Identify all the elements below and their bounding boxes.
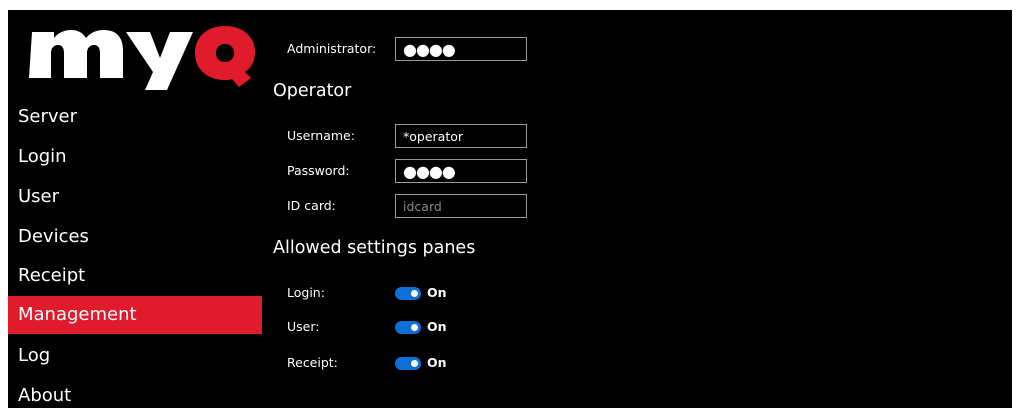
password-field[interactable]	[395, 159, 527, 183]
sidebar-item-label: Management	[18, 304, 137, 325]
sidebar-item-label: About	[18, 385, 72, 406]
toggle-state-receipt: On	[427, 355, 447, 370]
sidebar-item-management[interactable]: Management	[8, 296, 262, 334]
administrator-label: Administrator:	[287, 41, 377, 56]
administrator-password-field[interactable]	[395, 37, 527, 61]
sidebar-item-devices[interactable]: Devices	[8, 218, 262, 256]
sidebar-item-receipt[interactable]: Receipt	[8, 257, 262, 295]
sidebar-item-about[interactable]: About	[8, 377, 262, 408]
allowed-panes-section-title: Allowed settings panes	[273, 238, 476, 258]
toggle-knob	[411, 324, 418, 331]
user-pane-toggle[interactable]	[395, 321, 421, 334]
login-pane-toggle[interactable]	[395, 287, 421, 300]
toggle-label-login: Login:	[287, 285, 325, 300]
sidebar-item-label: Login	[18, 146, 67, 167]
id-card-field[interactable]	[395, 194, 527, 218]
toggle-state-login: On	[427, 285, 447, 300]
toggle-knob	[411, 360, 418, 367]
sidebar: Server Login User Devices Receipt Manage…	[8, 10, 262, 408]
id-card-label: ID card:	[287, 198, 336, 213]
username-field[interactable]	[395, 124, 527, 148]
toggle-label-user: User:	[287, 319, 320, 334]
sidebar-item-label: Server	[18, 106, 78, 127]
operator-section-title: Operator	[273, 81, 352, 101]
myq-logo-graphic	[29, 26, 255, 90]
sidebar-item-server[interactable]: Server	[8, 98, 262, 136]
sidebar-item-user[interactable]: User	[8, 178, 262, 216]
sidebar-item-label: Devices	[18, 226, 89, 247]
toggle-label-receipt: Receipt:	[287, 355, 338, 370]
password-label: Password:	[287, 163, 350, 178]
app-window: Server Login User Devices Receipt Manage…	[8, 10, 1012, 408]
username-label: Username:	[287, 128, 355, 143]
myq-logo	[18, 16, 258, 96]
toggle-knob	[411, 290, 418, 297]
receipt-pane-toggle[interactable]	[395, 357, 421, 370]
sidebar-item-label: Receipt	[18, 265, 86, 286]
sidebar-item-log[interactable]: Log	[8, 337, 262, 375]
sidebar-item-login[interactable]: Login	[8, 138, 262, 176]
sidebar-item-label: User	[18, 186, 60, 207]
sidebar-item-label: Log	[18, 345, 51, 366]
toggle-state-user: On	[427, 319, 447, 334]
